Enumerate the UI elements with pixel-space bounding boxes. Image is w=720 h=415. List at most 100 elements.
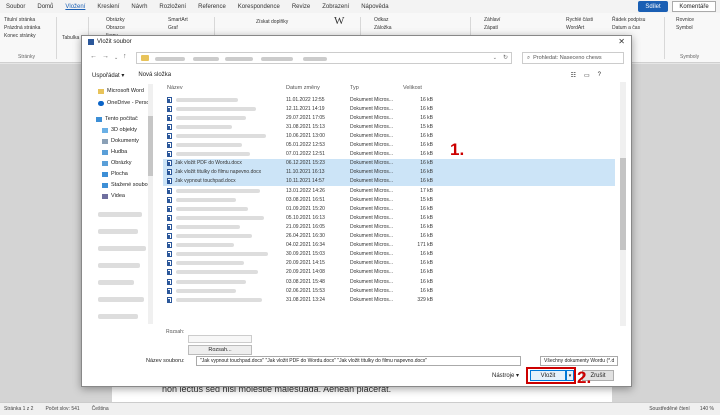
sidebar-item-blurred[interactable]	[98, 246, 146, 251]
tab-3[interactable]: Kreslení	[97, 4, 119, 10]
tab-10[interactable]: Nápověda	[361, 4, 388, 10]
sidebar-item-blurred[interactable]	[98, 229, 138, 234]
preview-pane-icon[interactable]: ▭	[584, 72, 590, 79]
breadcrumb-segment[interactable]	[303, 57, 327, 61]
file-row[interactable]: 21.09.2021 16:05 Dokument Micros... 16 kB	[163, 222, 615, 231]
column-header-type[interactable]: Typ	[350, 82, 359, 94]
filetype-select[interactable]: Všechny dokumenty Wordu (*.d	[540, 356, 618, 366]
help-icon[interactable]: ?	[598, 72, 601, 79]
get-addins-button[interactable]: Získat doplňky	[256, 19, 288, 25]
file-row[interactable]: Jak vložit titulky do filmu napevno.docx…	[163, 167, 615, 177]
sidebar-item-blurred[interactable]	[98, 297, 144, 302]
wordart-button[interactable]: WordArt	[566, 25, 584, 31]
file-row[interactable]: 04.02.2021 16:34 Dokument Micros... 171 kB	[163, 241, 615, 250]
file-row[interactable]: 26.04.2021 16:30 Dokument Micros... 16 kB	[163, 232, 615, 241]
breadcrumb-segment[interactable]	[225, 57, 253, 61]
header-button[interactable]: Záhlaví	[484, 17, 500, 23]
file-row[interactable]: 13.01.2022 14:26 Dokument Micros... 17 kB	[163, 186, 615, 195]
file-list-scrollbar[interactable]	[620, 82, 626, 326]
recent-locations-icon[interactable]: ⌄	[114, 55, 118, 61]
sidebar-item-documents[interactable]: Dokumenty	[102, 138, 139, 144]
new-folder-button[interactable]: Nová složka	[138, 72, 171, 78]
smartart-button[interactable]: SmartArt	[168, 17, 188, 23]
file-row[interactable]: 11.01.2022 12:55 Dokument Micros... 16 kB	[163, 95, 615, 104]
equation-button[interactable]: Rovnice	[676, 17, 694, 23]
file-row[interactable]: Jak vložit PDF do Wordu.docx 06.12.2021 1…	[163, 158, 615, 168]
file-row[interactable]: 03.08.2021 15:48 Dokument Micros... 16 kB	[163, 277, 615, 286]
file-row[interactable]: 01.09.2021 15:20 Dokument Micros... 16 kB	[163, 204, 615, 213]
sidebar-item-onedrive[interactable]: OneDrive - Person	[98, 100, 153, 106]
footer-button[interactable]: Zápatí	[484, 25, 498, 31]
sidebar-item-pictures[interactable]: Obrázky	[102, 160, 131, 166]
tab-7[interactable]: Korespondence	[238, 4, 280, 10]
sidebar-item-desktop[interactable]: Plocha	[102, 171, 128, 177]
sidebar-item-blurred[interactable]	[98, 314, 138, 319]
sidebar-scroll-thumb[interactable]	[148, 116, 153, 176]
close-icon[interactable]: ✕	[618, 37, 625, 46]
address-bar[interactable]: ⌄ ↻	[136, 52, 512, 64]
sidebar-item-downloads[interactable]: Stažené soubory	[102, 182, 152, 188]
focus-mode-button[interactable]: Soustředěné čtení	[649, 406, 690, 412]
comments-button[interactable]: Komentáře	[672, 1, 716, 12]
sidebar-item-this-pc[interactable]: Tento počítač	[96, 116, 138, 122]
file-row[interactable]: 20.09.2021 14:08 Dokument Micros... 16 kB	[163, 268, 615, 277]
title-page-button[interactable]: Titulní stránka	[4, 17, 35, 23]
column-header-name[interactable]: Název	[167, 82, 183, 94]
page-count[interactable]: Stránka 1 z 2	[4, 406, 33, 412]
symbol-button[interactable]: Symbol	[676, 25, 693, 31]
file-row[interactable]: 20.09.2021 14:15 Dokument Micros... 16 kB	[163, 259, 615, 268]
language-indicator[interactable]: Čeština	[92, 406, 109, 412]
file-row[interactable]: 31.08.2021 15:13 Dokument Micros... 15 kB	[163, 122, 615, 131]
file-row[interactable]: 05.10.2021 16:13 Dokument Micros... 16 kB	[163, 213, 615, 222]
tab-9[interactable]: Zobrazení	[322, 4, 349, 10]
signature-line-button[interactable]: Řádek podpisu	[612, 17, 645, 23]
file-row[interactable]: 10.06.2021 13:00 Dokument Micros... 16 kB	[163, 131, 615, 140]
breadcrumb-segment[interactable]	[261, 57, 293, 61]
word-count[interactable]: Počet slov: 541	[45, 406, 79, 412]
date-time-button[interactable]: Datum a čas	[612, 25, 640, 31]
sidebar-item-3d-objects[interactable]: 3D objekty	[102, 127, 137, 133]
tab-4[interactable]: Návrh	[131, 4, 147, 10]
view-options-icon[interactable]: ☷	[571, 72, 576, 79]
refresh-icon[interactable]: ↻	[503, 54, 508, 61]
quick-parts-button[interactable]: Rychlé části	[566, 17, 593, 23]
sidebar-scrollbar[interactable]	[148, 84, 153, 324]
chevron-down-icon[interactable]: ⌄	[493, 55, 497, 61]
range-field[interactable]	[188, 335, 252, 343]
tab-8[interactable]: Revize	[292, 4, 310, 10]
tab-5[interactable]: Rozložení	[159, 4, 186, 10]
sidebar-item-microsoft-word[interactable]: Microsoft Word	[98, 88, 144, 94]
table-button[interactable]: Tabulka	[62, 35, 79, 41]
range-button[interactable]: Rozsah...	[188, 345, 252, 355]
breadcrumb-segment[interactable]	[155, 57, 185, 61]
shapes-button[interactable]: Obrazce	[106, 25, 125, 31]
file-row[interactable]: 29.07.2021 17:05 Dokument Micros... 16 kB	[163, 113, 615, 122]
file-row[interactable]: Jak vypnout touchpad.docx 10.11.2021 14:5…	[163, 176, 615, 186]
file-row[interactable]: 12.11.2021 14:19 Dokument Micros... 16 kB	[163, 104, 615, 113]
tab-6[interactable]: Reference	[198, 4, 226, 10]
back-arrow-icon[interactable]: ←	[90, 53, 97, 60]
file-row[interactable]: 31.08.2021 13:24 Dokument Micros... 329 kB	[163, 295, 615, 304]
page-break-button[interactable]: Konec stránky	[4, 33, 36, 39]
tools-menu[interactable]: Nástroje ▾	[492, 372, 519, 379]
blank-page-button[interactable]: Prázdná stránka	[4, 25, 40, 31]
share-button[interactable]: Sdílet	[638, 1, 668, 12]
chart-button[interactable]: Graf	[168, 25, 178, 31]
sidebar-item-blurred[interactable]	[98, 263, 140, 268]
file-row[interactable]: 05.01.2022 12:53 Dokument Micros... 16 kB	[163, 141, 615, 150]
link-button[interactable]: Odkaz	[374, 17, 388, 23]
file-row[interactable]: 07.01.2022 12:51 Dokument Micros... 16 kB	[163, 150, 615, 159]
tab-2[interactable]: Vložení	[65, 4, 85, 10]
sidebar-item-videos[interactable]: Videa	[102, 193, 125, 199]
wikipedia-icon[interactable]: W	[334, 15, 344, 27]
sidebar-item-blurred[interactable]	[98, 280, 134, 285]
file-row[interactable]: 03.08.2021 16:51 Dokument Micros... 15 kB	[163, 195, 615, 204]
breadcrumb-segment[interactable]	[193, 57, 219, 61]
forward-arrow-icon[interactable]: →	[102, 53, 109, 60]
file-row[interactable]: 30.09.2021 15:03 Dokument Micros... 16 kB	[163, 250, 615, 259]
file-list-scroll-thumb[interactable]	[620, 158, 626, 250]
zoom-level[interactable]: 140 %	[700, 406, 714, 412]
search-input[interactable]: ⌕ Prohledat: Naseceno chews	[522, 52, 624, 64]
bookmark-button[interactable]: Záložka	[374, 25, 392, 31]
filename-input[interactable]: "Jak vypnout touchpad.docx" "Jak vložit …	[196, 356, 521, 366]
